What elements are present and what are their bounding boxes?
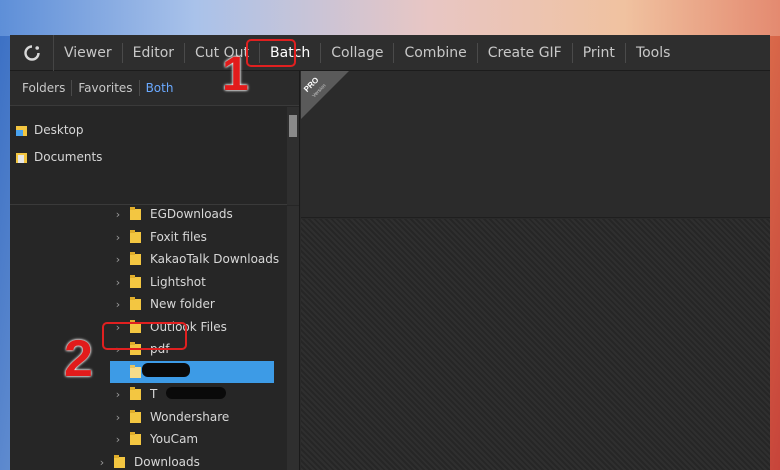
tree-item[interactable]: › Foxit files: [112, 227, 207, 247]
folder-icon: [130, 365, 141, 378]
menu-collage[interactable]: Collage: [321, 42, 395, 63]
menu-combine[interactable]: Combine: [394, 42, 478, 63]
main-menu-bar: Viewer Editor Cut Out Batch Collage Comb…: [10, 35, 770, 71]
tree-item-label: YouCam: [150, 432, 199, 446]
folder-icon: [130, 207, 141, 220]
chevron-right-icon[interactable]: ›: [112, 231, 124, 244]
quick-access-label: Documents: [34, 150, 103, 164]
scrollbar-thumb[interactable]: [289, 115, 297, 137]
preview-header-area: [301, 71, 770, 218]
tree-item-label: Lightshot: [150, 275, 206, 289]
redaction-mark: [142, 363, 190, 377]
chevron-right-icon[interactable]: ›: [112, 388, 124, 401]
tree-item-label: EGDownloads: [150, 207, 233, 221]
photo-app-window: Viewer Editor Cut Out Batch Collage Comb…: [10, 35, 770, 470]
annotation-highlight-folder: [102, 322, 187, 350]
tree-item[interactable]: › New folder: [112, 294, 215, 314]
app-logo-icon[interactable]: [10, 35, 54, 71]
folder-icon: [130, 252, 141, 265]
tree-item[interactable]: › KakaoTalk Downloads: [112, 249, 279, 269]
chevron-right-icon[interactable]: ›: [112, 208, 124, 221]
chevron-right-icon[interactable]: ›: [112, 253, 124, 266]
menu-print[interactable]: Print: [573, 42, 626, 63]
tree-item[interactable]: › T: [112, 384, 157, 404]
annotation-step-1: 1: [222, 48, 249, 101]
folder-icon: [130, 297, 141, 310]
desktop-folder-icon: [16, 125, 27, 136]
quick-access-label: Desktop: [34, 123, 84, 137]
browser-tabs: Folders Favorites Both: [10, 71, 299, 106]
desktop-background: [0, 0, 780, 36]
tree-item[interactable]: › EGDownloads: [112, 206, 233, 224]
chevron-right-icon[interactable]: ›: [112, 411, 124, 424]
annotation-step-2: 2: [64, 330, 93, 388]
quick-access-documents[interactable]: Documents: [16, 147, 102, 167]
folder-tree-scrollbar[interactable]: [287, 206, 299, 470]
tree-item-label: New folder: [150, 297, 215, 311]
folder-icon: [130, 275, 141, 288]
tree-item[interactable]: › Downloads: [96, 452, 200, 470]
folder-icon: [130, 410, 141, 423]
tab-folders[interactable]: Folders: [16, 80, 73, 96]
tree-item[interactable]: › Wondershare: [112, 407, 229, 427]
folder-icon: [130, 387, 141, 400]
preview-canvas: [301, 219, 770, 470]
documents-folder-icon: [16, 152, 27, 163]
chevron-right-icon[interactable]: ›: [112, 276, 124, 289]
quick-access-list: Desktop Documents: [10, 107, 295, 205]
folder-browser-panel: Folders Favorites Both Desktop Documents: [10, 71, 300, 470]
tab-both[interactable]: Both: [140, 80, 180, 96]
annotation-highlight-batch: [246, 39, 296, 67]
menu-create-gif[interactable]: Create GIF: [478, 42, 573, 63]
chevron-right-icon[interactable]: ›: [112, 433, 124, 446]
tree-item-label: KakaoTalk Downloads: [150, 252, 280, 266]
tree-item[interactable]: › Lightshot: [112, 272, 206, 292]
tree-item-label: T: [150, 387, 158, 401]
chevron-right-icon[interactable]: ›: [96, 456, 108, 469]
tree-item-label: Wondershare: [150, 410, 230, 424]
tree-item-label: Downloads: [134, 455, 200, 469]
tab-favorites[interactable]: Favorites: [72, 80, 140, 96]
pro-version-badge: PRO Version: [301, 71, 349, 119]
folder-icon: [130, 432, 141, 445]
quick-access-scrollbar[interactable]: [287, 107, 299, 205]
quick-access-desktop[interactable]: Desktop: [16, 120, 84, 140]
redaction-mark: [166, 387, 226, 399]
menu-editor[interactable]: Editor: [123, 42, 186, 63]
menu-tools[interactable]: Tools: [626, 43, 681, 63]
menu-viewer[interactable]: Viewer: [54, 42, 123, 63]
folder-icon: [130, 230, 141, 243]
chevron-right-icon[interactable]: ›: [112, 298, 124, 311]
tree-item[interactable]: › YouCam: [112, 429, 198, 449]
tree-item-label: Foxit files: [150, 230, 207, 244]
folder-icon: [114, 455, 125, 468]
